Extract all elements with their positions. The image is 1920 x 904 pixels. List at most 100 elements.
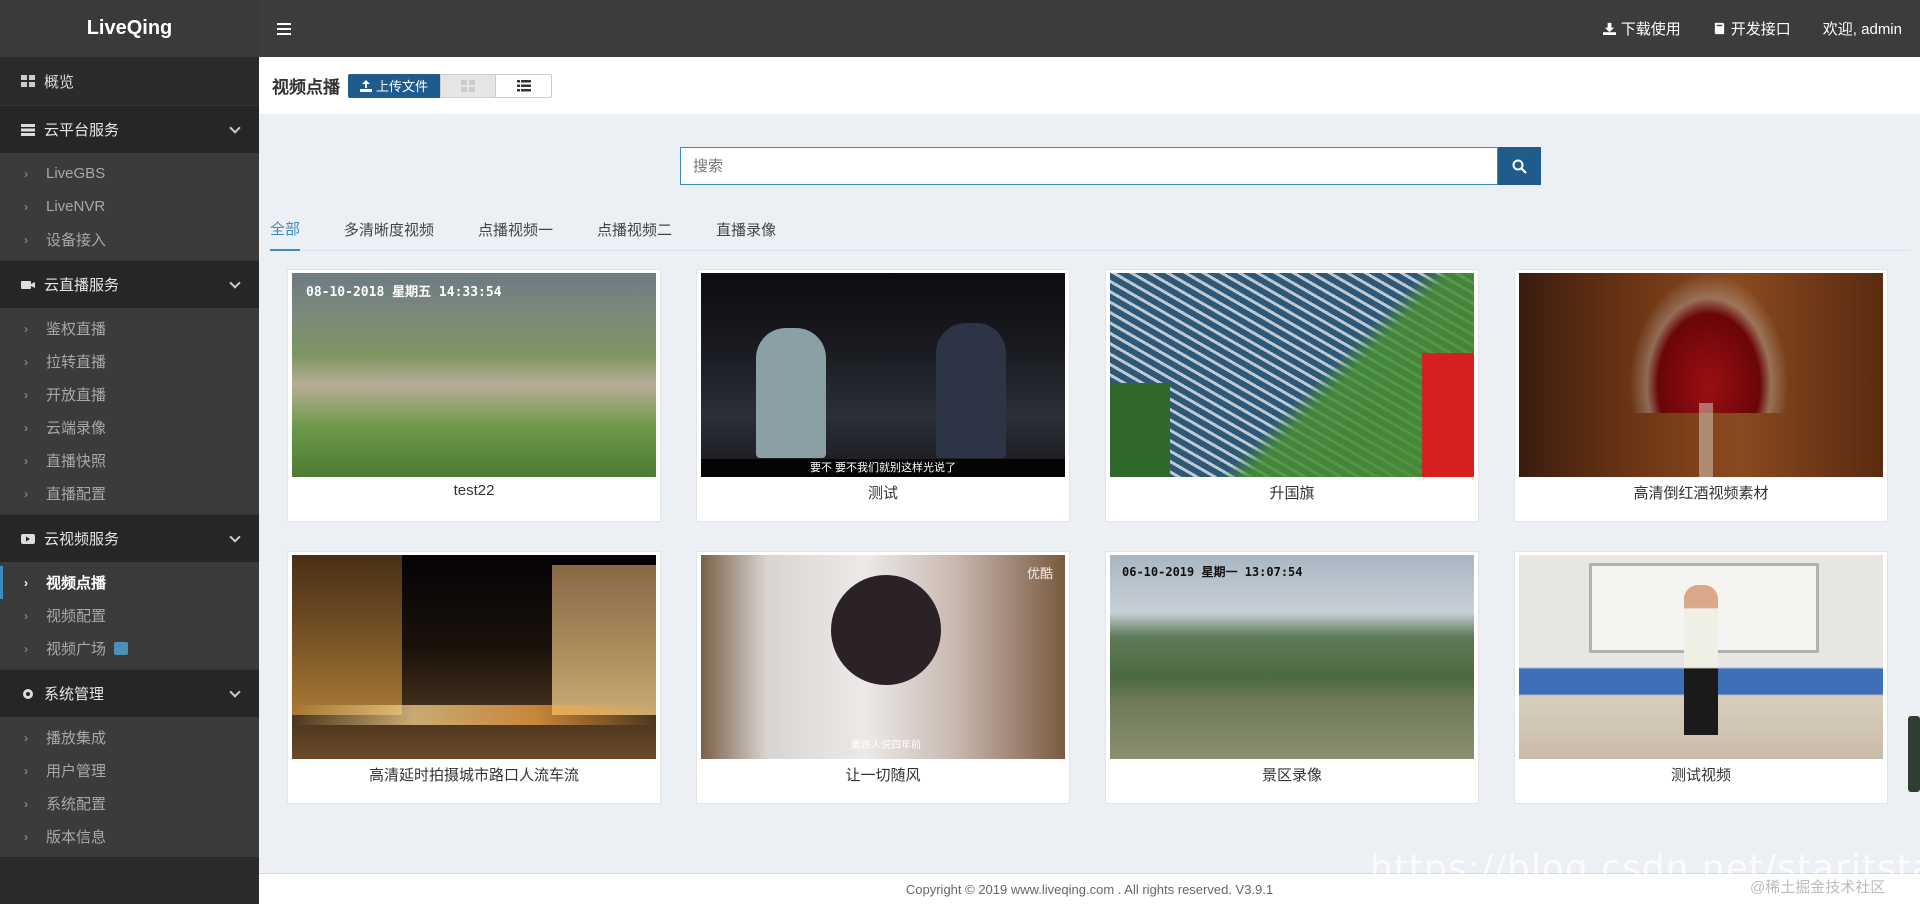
video-card[interactable]: 08-10-2018 星期五 14:33:54 test22 xyxy=(287,269,661,522)
video-card[interactable]: 高清倒红酒视频素材 xyxy=(1514,269,1888,522)
toolbar: 上传文件 xyxy=(348,73,553,98)
sidebar-item-system-config[interactable]: › 系统配置 xyxy=(0,787,259,820)
sidebar-item-video-config[interactable]: › 视频配置 xyxy=(0,599,259,632)
brand-watermark: 优酷 xyxy=(1026,567,1053,582)
submenu-cloud-video: › 视频点播 › 视频配置 › 视频广场 xyxy=(0,562,259,669)
chevron-right-icon: › xyxy=(24,453,28,468)
tab-vod-one[interactable]: 点播视频一 xyxy=(478,207,575,251)
person-figure xyxy=(936,323,1006,458)
server-icon xyxy=(21,123,35,136)
sidebar-item-livegbs[interactable]: › LiveGBS xyxy=(0,157,259,190)
sidebar-item-label: 开放直播 xyxy=(46,387,107,404)
sidebar-group-cloud-platform[interactable]: 云平台服务 xyxy=(0,105,259,153)
sidebar-item-version-info[interactable]: › 版本信息 xyxy=(0,820,259,853)
sidebar-item-livenvr[interactable]: › LiveNVR xyxy=(0,190,259,223)
sidebar-item-user-management[interactable]: › 用户管理 xyxy=(0,754,259,787)
person-figure xyxy=(756,328,826,458)
youtube-icon xyxy=(21,533,35,544)
chevron-right-icon: › xyxy=(24,420,28,435)
chevron-right-icon: › xyxy=(24,321,28,336)
upload-button[interactable]: 上传文件 xyxy=(348,73,441,98)
sidebar-item-auth-live[interactable]: › 鉴权直播 xyxy=(0,312,259,345)
video-card[interactable]: 升国旗 xyxy=(1105,269,1479,522)
tab-all[interactable]: 全部 xyxy=(270,207,301,251)
sidebar-item-label: 直播快照 xyxy=(46,453,107,470)
building-right xyxy=(552,565,656,715)
chevron-down-icon xyxy=(229,530,241,543)
sidebar-item-label: 版本信息 xyxy=(46,829,107,846)
sidebar-item-video-vod[interactable]: › 视频点播 xyxy=(0,566,259,599)
side-scroll-handle[interactable] xyxy=(1908,716,1920,792)
sidebar-toggle-button[interactable] xyxy=(259,0,309,57)
sleeping-person xyxy=(831,575,941,685)
timestamp-overlay: 08-10-2018 星期五 14:33:54 xyxy=(306,285,502,300)
copyright-text: Copyright © 2019 www.liveqing.com . All … xyxy=(905,881,1274,897)
sidebar-item-cloud-record[interactable]: › 云端录像 xyxy=(0,411,259,444)
video-title: 景区录像 xyxy=(1261,767,1322,784)
grid-view-button[interactable] xyxy=(440,73,497,98)
sidebar-item-label: 设备接入 xyxy=(46,232,107,249)
category-tabs: 全部 多清晰度视频 点播视频一 点播视频二 直播录像 xyxy=(270,207,1910,251)
app-logo[interactable]: LiveQing xyxy=(0,0,259,57)
tab-multi-resolution[interactable]: 多清晰度视频 xyxy=(344,207,456,251)
chevron-down-icon xyxy=(229,121,241,134)
grid-view-icon xyxy=(461,79,476,92)
list-view-button[interactable] xyxy=(496,73,553,98)
sidebar-item-live-config[interactable]: › 直播配置 xyxy=(0,477,259,510)
light-trails xyxy=(292,705,656,725)
search-bar xyxy=(680,147,1541,185)
sidebar-group-system[interactable]: 系统管理 xyxy=(0,669,259,717)
sidebar-item-overview[interactable]: 概览 xyxy=(0,57,259,105)
video-thumbnail: 06-10-2019 星期一 13:07:54 xyxy=(1110,555,1474,759)
video-title: 让一切随风 xyxy=(845,767,921,784)
sidebar-item-label: 用户管理 xyxy=(46,763,107,780)
content-header: 视频点播 上传文件 xyxy=(259,57,1920,114)
user-menu[interactable]: 欢迎, admin xyxy=(1807,0,1920,57)
sidebar-item-label: 播放集成 xyxy=(46,730,107,747)
sidebar-item-label: 云端录像 xyxy=(46,420,107,437)
sidebar-group-label: 系统管理 xyxy=(44,686,105,703)
chevron-right-icon: › xyxy=(24,641,28,656)
video-thumbnail: 要不 要不我们就别这样光说了 xyxy=(701,273,1065,477)
upload-label: 上传文件 xyxy=(376,79,429,94)
header-actions: 下载使用 开发接口 欢迎, admin xyxy=(1587,0,1920,57)
sidebar-group-label: 云视频服务 xyxy=(44,531,120,548)
sidebar-item-open-live[interactable]: › 开放直播 xyxy=(0,378,259,411)
sidebar-item-video-square[interactable]: › 视频广场 xyxy=(0,632,259,665)
sidebar-group-cloud-video[interactable]: 云视频服务 xyxy=(0,514,259,562)
tab-vod-two[interactable]: 点播视频二 xyxy=(597,207,694,251)
search-button[interactable] xyxy=(1498,147,1541,185)
video-title: 升国旗 xyxy=(1269,485,1315,502)
video-thumbnail xyxy=(292,555,656,759)
sidebar-group-live-streaming[interactable]: 云直播服务 xyxy=(0,260,259,308)
sidebar-item-pull-live[interactable]: › 拉转直播 xyxy=(0,345,259,378)
wine-glass xyxy=(1629,273,1789,413)
sidebar-item-label: LiveGBS xyxy=(46,165,106,182)
video-camera-icon xyxy=(21,280,35,289)
hamburger-icon xyxy=(277,22,291,35)
chevron-down-icon xyxy=(229,276,241,289)
video-card[interactable]: 要不 要不我们就别这样光说了 测试 xyxy=(696,269,1070,522)
search-icon xyxy=(1512,159,1527,174)
sidebar-item-label: 直播配置 xyxy=(46,486,107,503)
sidebar-item-live-snapshot[interactable]: › 直播快照 xyxy=(0,444,259,477)
tab-live-record[interactable]: 直播录像 xyxy=(716,207,798,251)
video-title: test22 xyxy=(453,482,495,499)
sidebar-item-player-integration[interactable]: › 播放集成 xyxy=(0,721,259,754)
video-card[interactable]: 06-10-2019 星期一 13:07:54 景区录像 xyxy=(1105,551,1479,804)
sidebar-item-device-access[interactable]: › 设备接入 xyxy=(0,223,259,256)
api-link[interactable]: 开发接口 xyxy=(1697,0,1807,57)
video-title: 测试 xyxy=(867,485,898,502)
download-link[interactable]: 下载使用 xyxy=(1587,0,1697,57)
search-input[interactable] xyxy=(680,147,1498,185)
video-card[interactable]: 测试视频 xyxy=(1514,551,1888,804)
dashboard-icon xyxy=(21,75,35,87)
video-thumbnail: 08-10-2018 星期五 14:33:54 xyxy=(292,273,656,477)
top-header: LiveQing 下载使用 开发接口 欢迎, admin xyxy=(0,0,1920,57)
external-image-icon xyxy=(114,642,129,655)
sidebar-group-label: 云平台服务 xyxy=(44,122,120,139)
video-thumbnail xyxy=(1519,273,1883,477)
video-card[interactable]: 优酷 姜饼人说四年前 让一切随风 xyxy=(696,551,1070,804)
sidebar-item-label: 视频广场 xyxy=(46,641,107,658)
video-card[interactable]: 高清延时拍摄城市路口人流车流 xyxy=(287,551,661,804)
